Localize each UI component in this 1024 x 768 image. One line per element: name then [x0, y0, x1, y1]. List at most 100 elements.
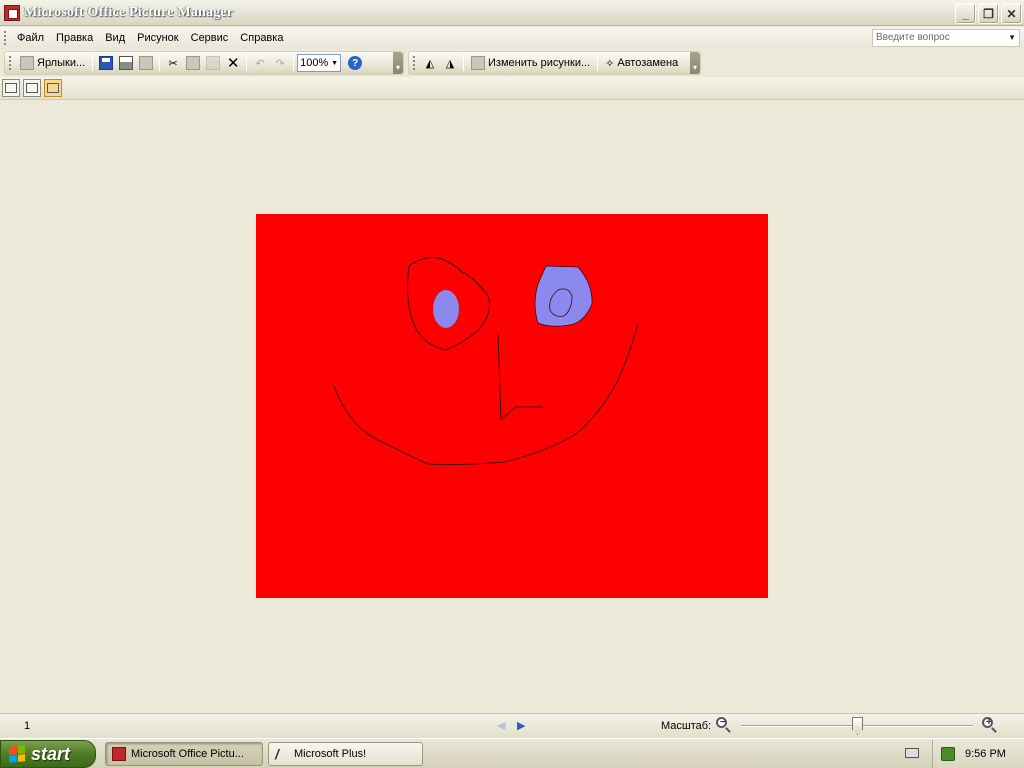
- rotate-left-icon: ◭: [425, 57, 435, 70]
- view-toolbar: [0, 77, 1024, 100]
- menu-help[interactable]: Справка: [234, 27, 289, 49]
- taskbar-item-picture-manager[interactable]: Microsoft Office Pictu...: [105, 742, 263, 766]
- thumbnail-view-button[interactable]: [2, 79, 20, 97]
- help-button[interactable]: ?: [345, 53, 365, 73]
- autocorrect-label: Автозамена: [617, 57, 679, 69]
- zoom-in-icon[interactable]: +: [982, 717, 998, 733]
- menu-grip[interactable]: [4, 31, 7, 45]
- menu-picture[interactable]: Рисунок: [131, 27, 185, 49]
- rotate-left-button[interactable]: ◭: [420, 53, 440, 73]
- scissors-icon: ✂: [168, 57, 178, 70]
- shortcuts-button[interactable]: Ярлыки...: [16, 53, 89, 73]
- left-eye-pupil: [433, 290, 459, 328]
- email-icon: [139, 56, 154, 70]
- copy-button[interactable]: [183, 53, 203, 73]
- toolbar-separator: [463, 55, 464, 71]
- filmstrip-view-icon: [26, 83, 38, 93]
- close-button[interactable]: ✕: [1001, 3, 1022, 24]
- toolbar-options-chevron[interactable]: ▾: [690, 52, 700, 74]
- edit-pictures-icon: [471, 56, 485, 70]
- picture-manager-icon: [4, 4, 20, 21]
- toolbar-separator: [597, 55, 599, 71]
- autocorrect-button[interactable]: ✧ Автозамена: [601, 53, 682, 73]
- zoom-out-icon[interactable]: −: [716, 717, 732, 733]
- system-tray: 9:56 PM: [932, 740, 1024, 768]
- cut-button[interactable]: ✂: [163, 53, 183, 73]
- menu-view[interactable]: Вид: [99, 27, 131, 49]
- picture-canvas[interactable]: [256, 214, 768, 598]
- undo-button[interactable]: ↶: [250, 53, 270, 73]
- keyboard-icon[interactable]: [905, 748, 919, 758]
- picture-toolbar: ◭ ◮ Изменить рисунки... ✧ Автозамена ▾: [408, 51, 701, 75]
- network-icon[interactable]: [941, 747, 955, 761]
- toolbar-grip[interactable]: [9, 56, 12, 70]
- edit-pictures-label: Изменить рисунки...: [488, 57, 591, 69]
- zoom-select[interactable]: 100% ▼: [297, 54, 342, 72]
- copy-icon: [186, 56, 201, 70]
- taskbar: start Microsoft Office Pictu... / Micros…: [0, 738, 1024, 768]
- taskbar-item-label: Microsoft Office Pictu...: [131, 748, 244, 760]
- start-button[interactable]: start: [0, 740, 96, 768]
- thumbnail-view-icon: [5, 83, 17, 93]
- menu-file[interactable]: Файл: [11, 27, 50, 49]
- toolbar-grip[interactable]: [413, 56, 416, 70]
- menu-edit[interactable]: Правка: [50, 27, 99, 49]
- minimize-button[interactable]: _: [955, 3, 976, 24]
- toolbar-options-chevron[interactable]: ▾: [393, 52, 403, 74]
- paste-button[interactable]: [203, 53, 223, 73]
- next-picture-icon[interactable]: ▶: [517, 719, 525, 732]
- toolbar-separator: [246, 55, 248, 71]
- print-button[interactable]: [116, 53, 136, 73]
- window-title: Microsoft Office Picture Manager: [24, 4, 234, 20]
- zoom-value: 100%: [300, 57, 329, 69]
- save-icon: [99, 56, 114, 70]
- toolbar-separator: [159, 55, 161, 71]
- delete-icon: ✕: [226, 55, 240, 72]
- picture-index: 1: [24, 720, 31, 732]
- restore-button[interactable]: ❐: [978, 3, 999, 24]
- single-picture-view-button[interactable]: [44, 79, 62, 97]
- delete-button[interactable]: ✕: [223, 53, 243, 73]
- single-picture-view-icon: [47, 83, 59, 93]
- help-search-input[interactable]: Введите вопрос ▼: [872, 29, 1020, 47]
- save-button[interactable]: [96, 53, 116, 73]
- menu-tools[interactable]: Сервис: [185, 27, 235, 49]
- chevron-down-icon[interactable]: ▼: [329, 55, 340, 71]
- email-button[interactable]: [136, 53, 156, 73]
- paste-icon: [206, 56, 221, 70]
- chevron-down-icon[interactable]: ▼: [1008, 30, 1016, 46]
- picture-manager-icon: [112, 747, 126, 761]
- standard-toolbar: Ярлыки... ✂ ✕ ↶ ↷ 100% ▼ ? ▾: [4, 51, 404, 75]
- drawing: [333, 257, 639, 466]
- title-bar: Microsoft Office Picture Manager _ ❐ ✕: [0, 0, 1024, 26]
- window-controls: _ ❐ ✕: [955, 3, 1022, 24]
- picture-preview-area: [0, 101, 1024, 713]
- smile: [333, 323, 639, 466]
- toolbar-separator: [92, 55, 94, 71]
- menu-bar: Файл Правка Вид Рисунок Сервис Справка В…: [0, 27, 1024, 49]
- taskbar-item-label: Microsoft Plus!: [294, 748, 367, 760]
- previous-picture-icon[interactable]: ◀: [497, 719, 505, 732]
- clock: 9:56 PM: [965, 748, 1006, 760]
- zoom-label: Масштаб:: [661, 720, 712, 732]
- help-icon: ?: [348, 56, 363, 70]
- start-label: start: [31, 743, 71, 764]
- right-eye-fill: [534, 265, 593, 327]
- shortcuts-label: Ярлыки...: [37, 57, 86, 69]
- redo-button[interactable]: ↷: [270, 53, 290, 73]
- status-bar: 1 ◀ ▶ Масштаб: − +: [0, 713, 1024, 738]
- autocorrect-icon: ✧: [605, 57, 615, 70]
- print-icon: [119, 56, 134, 70]
- nose: [497, 333, 543, 421]
- rotate-right-button[interactable]: ◮: [440, 53, 460, 73]
- toolbar-row: Ярлыки... ✂ ✕ ↶ ↷ 100% ▼ ? ▾ ◭ ◮ Изменит…: [0, 50, 1024, 76]
- zoom-slider-thumb[interactable]: [852, 717, 863, 735]
- help-search-placeholder: Введите вопрос: [876, 32, 950, 43]
- taskbar-item-microsoft-plus[interactable]: / Microsoft Plus!: [268, 742, 423, 766]
- filmstrip-view-button[interactable]: [23, 79, 41, 97]
- undo-icon: ↶: [255, 57, 265, 70]
- redo-icon: ↷: [275, 57, 285, 70]
- edit-pictures-button[interactable]: Изменить рисунки...: [467, 53, 594, 73]
- microsoft-plus-icon: /: [275, 746, 279, 762]
- rotate-right-icon: ◮: [445, 57, 455, 70]
